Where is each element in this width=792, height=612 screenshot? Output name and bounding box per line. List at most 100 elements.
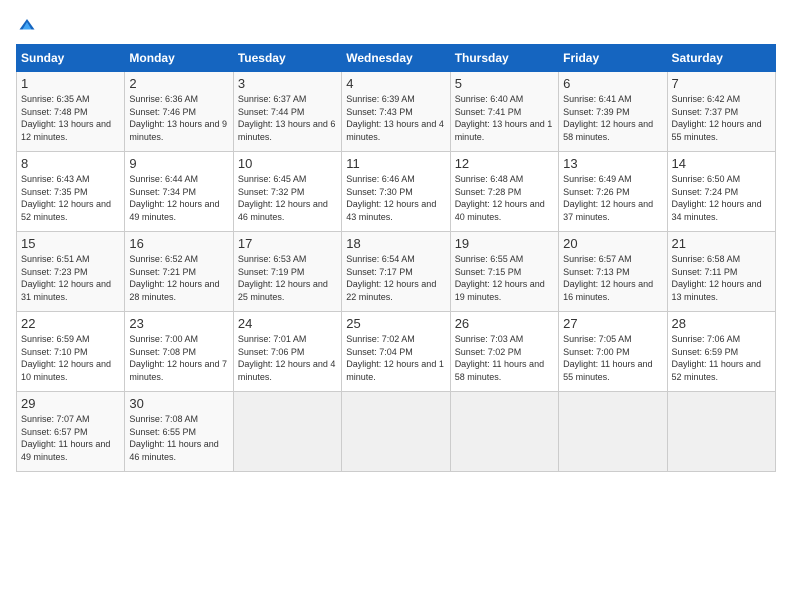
day-info: Sunrise: 6:36 AM Sunset: 7:46 PM Dayligh… bbox=[129, 93, 228, 143]
sunset-label: Sunset: 7:34 PM bbox=[129, 187, 196, 197]
daylight-label: Daylight: 13 hours and 9 minutes. bbox=[129, 119, 227, 142]
sunrise-label: Sunrise: 7:06 AM bbox=[672, 334, 741, 344]
sunrise-label: Sunrise: 6:43 AM bbox=[21, 174, 90, 184]
column-header-saturday: Saturday bbox=[667, 45, 775, 72]
day-info: Sunrise: 7:06 AM Sunset: 6:59 PM Dayligh… bbox=[672, 333, 771, 383]
day-info: Sunrise: 7:02 AM Sunset: 7:04 PM Dayligh… bbox=[346, 333, 445, 383]
day-cell: 3 Sunrise: 6:37 AM Sunset: 7:44 PM Dayli… bbox=[233, 72, 341, 152]
sunset-label: Sunset: 7:08 PM bbox=[129, 347, 196, 357]
daylight-label: Daylight: 13 hours and 4 minutes. bbox=[346, 119, 444, 142]
daylight-label: Daylight: 11 hours and 52 minutes. bbox=[672, 359, 761, 382]
day-cell: 9 Sunrise: 6:44 AM Sunset: 7:34 PM Dayli… bbox=[125, 152, 233, 232]
column-header-tuesday: Tuesday bbox=[233, 45, 341, 72]
sunset-label: Sunset: 7:13 PM bbox=[563, 267, 630, 277]
daylight-label: Daylight: 11 hours and 55 minutes. bbox=[563, 359, 652, 382]
day-cell: 24 Sunrise: 7:01 AM Sunset: 7:06 PM Dayl… bbox=[233, 312, 341, 392]
day-cell: 5 Sunrise: 6:40 AM Sunset: 7:41 PM Dayli… bbox=[450, 72, 558, 152]
day-info: Sunrise: 6:55 AM Sunset: 7:15 PM Dayligh… bbox=[455, 253, 554, 303]
sunset-label: Sunset: 6:59 PM bbox=[672, 347, 739, 357]
daylight-label: Daylight: 12 hours and 1 minute. bbox=[346, 359, 444, 382]
daylight-label: Daylight: 12 hours and 40 minutes. bbox=[455, 199, 545, 222]
day-number: 17 bbox=[238, 236, 337, 251]
day-info: Sunrise: 6:37 AM Sunset: 7:44 PM Dayligh… bbox=[238, 93, 337, 143]
daylight-label: Daylight: 13 hours and 6 minutes. bbox=[238, 119, 336, 142]
sunset-label: Sunset: 7:21 PM bbox=[129, 267, 196, 277]
day-cell: 2 Sunrise: 6:36 AM Sunset: 7:46 PM Dayli… bbox=[125, 72, 233, 152]
day-info: Sunrise: 6:43 AM Sunset: 7:35 PM Dayligh… bbox=[21, 173, 120, 223]
day-number: 3 bbox=[238, 76, 337, 91]
day-info: Sunrise: 6:58 AM Sunset: 7:11 PM Dayligh… bbox=[672, 253, 771, 303]
sunrise-label: Sunrise: 6:41 AM bbox=[563, 94, 632, 104]
daylight-label: Daylight: 12 hours and 16 minutes. bbox=[563, 279, 653, 302]
day-info: Sunrise: 6:57 AM Sunset: 7:13 PM Dayligh… bbox=[563, 253, 662, 303]
sunset-label: Sunset: 7:41 PM bbox=[455, 107, 522, 117]
week-row-3: 15 Sunrise: 6:51 AM Sunset: 7:23 PM Dayl… bbox=[17, 232, 776, 312]
sunrise-label: Sunrise: 6:54 AM bbox=[346, 254, 415, 264]
sunrise-label: Sunrise: 6:37 AM bbox=[238, 94, 307, 104]
day-info: Sunrise: 6:51 AM Sunset: 7:23 PM Dayligh… bbox=[21, 253, 120, 303]
logo bbox=[16, 16, 36, 36]
day-number: 7 bbox=[672, 76, 771, 91]
sunrise-label: Sunrise: 6:51 AM bbox=[21, 254, 90, 264]
sunset-label: Sunset: 7:11 PM bbox=[672, 267, 738, 277]
day-cell: 10 Sunrise: 6:45 AM Sunset: 7:32 PM Dayl… bbox=[233, 152, 341, 232]
day-info: Sunrise: 7:01 AM Sunset: 7:06 PM Dayligh… bbox=[238, 333, 337, 383]
daylight-label: Daylight: 12 hours and 58 minutes. bbox=[563, 119, 653, 142]
day-cell: 13 Sunrise: 6:49 AM Sunset: 7:26 PM Dayl… bbox=[559, 152, 667, 232]
day-number: 5 bbox=[455, 76, 554, 91]
daylight-label: Daylight: 12 hours and 22 minutes. bbox=[346, 279, 436, 302]
sunrise-label: Sunrise: 6:35 AM bbox=[21, 94, 90, 104]
week-row-2: 8 Sunrise: 6:43 AM Sunset: 7:35 PM Dayli… bbox=[17, 152, 776, 232]
column-header-friday: Friday bbox=[559, 45, 667, 72]
day-cell bbox=[233, 392, 341, 472]
day-number: 15 bbox=[21, 236, 120, 251]
week-row-1: 1 Sunrise: 6:35 AM Sunset: 7:48 PM Dayli… bbox=[17, 72, 776, 152]
sunset-label: Sunset: 7:06 PM bbox=[238, 347, 305, 357]
calendar-table: SundayMondayTuesdayWednesdayThursdayFrid… bbox=[16, 44, 776, 472]
day-cell: 17 Sunrise: 6:53 AM Sunset: 7:19 PM Dayl… bbox=[233, 232, 341, 312]
day-cell: 6 Sunrise: 6:41 AM Sunset: 7:39 PM Dayli… bbox=[559, 72, 667, 152]
week-row-5: 29 Sunrise: 7:07 AM Sunset: 6:57 PM Dayl… bbox=[17, 392, 776, 472]
calendar-header: SundayMondayTuesdayWednesdayThursdayFrid… bbox=[17, 45, 776, 72]
column-header-monday: Monday bbox=[125, 45, 233, 72]
sunrise-label: Sunrise: 6:39 AM bbox=[346, 94, 415, 104]
day-cell: 19 Sunrise: 6:55 AM Sunset: 7:15 PM Dayl… bbox=[450, 232, 558, 312]
daylight-label: Daylight: 11 hours and 46 minutes. bbox=[129, 439, 218, 462]
sunrise-label: Sunrise: 7:05 AM bbox=[563, 334, 632, 344]
day-cell: 21 Sunrise: 6:58 AM Sunset: 7:11 PM Dayl… bbox=[667, 232, 775, 312]
sunrise-label: Sunrise: 6:44 AM bbox=[129, 174, 198, 184]
sunrise-label: Sunrise: 6:59 AM bbox=[21, 334, 90, 344]
day-number: 20 bbox=[563, 236, 662, 251]
sunset-label: Sunset: 7:24 PM bbox=[672, 187, 739, 197]
sunrise-label: Sunrise: 7:03 AM bbox=[455, 334, 524, 344]
day-info: Sunrise: 6:35 AM Sunset: 7:48 PM Dayligh… bbox=[21, 93, 120, 143]
day-number: 12 bbox=[455, 156, 554, 171]
day-cell: 14 Sunrise: 6:50 AM Sunset: 7:24 PM Dayl… bbox=[667, 152, 775, 232]
sunset-label: Sunset: 7:15 PM bbox=[455, 267, 522, 277]
day-number: 25 bbox=[346, 316, 445, 331]
sunset-label: Sunset: 6:55 PM bbox=[129, 427, 196, 437]
sunrise-label: Sunrise: 7:07 AM bbox=[21, 414, 90, 424]
daylight-label: Daylight: 12 hours and 34 minutes. bbox=[672, 199, 762, 222]
daylight-label: Daylight: 12 hours and 46 minutes. bbox=[238, 199, 328, 222]
sunset-label: Sunset: 7:28 PM bbox=[455, 187, 522, 197]
day-cell: 18 Sunrise: 6:54 AM Sunset: 7:17 PM Dayl… bbox=[342, 232, 450, 312]
day-cell: 27 Sunrise: 7:05 AM Sunset: 7:00 PM Dayl… bbox=[559, 312, 667, 392]
daylight-label: Daylight: 12 hours and 7 minutes. bbox=[129, 359, 227, 382]
sunrise-label: Sunrise: 6:49 AM bbox=[563, 174, 632, 184]
day-number: 11 bbox=[346, 156, 445, 171]
daylight-label: Daylight: 12 hours and 49 minutes. bbox=[129, 199, 219, 222]
day-number: 30 bbox=[129, 396, 228, 411]
day-info: Sunrise: 6:50 AM Sunset: 7:24 PM Dayligh… bbox=[672, 173, 771, 223]
sunrise-label: Sunrise: 6:50 AM bbox=[672, 174, 741, 184]
day-info: Sunrise: 7:07 AM Sunset: 6:57 PM Dayligh… bbox=[21, 413, 120, 463]
sunrise-label: Sunrise: 7:00 AM bbox=[129, 334, 198, 344]
day-cell: 29 Sunrise: 7:07 AM Sunset: 6:57 PM Dayl… bbox=[17, 392, 125, 472]
daylight-label: Daylight: 12 hours and 37 minutes. bbox=[563, 199, 653, 222]
sunrise-label: Sunrise: 6:55 AM bbox=[455, 254, 524, 264]
day-number: 8 bbox=[21, 156, 120, 171]
sunset-label: Sunset: 7:46 PM bbox=[129, 107, 196, 117]
sunset-label: Sunset: 7:39 PM bbox=[563, 107, 630, 117]
day-number: 2 bbox=[129, 76, 228, 91]
day-number: 14 bbox=[672, 156, 771, 171]
